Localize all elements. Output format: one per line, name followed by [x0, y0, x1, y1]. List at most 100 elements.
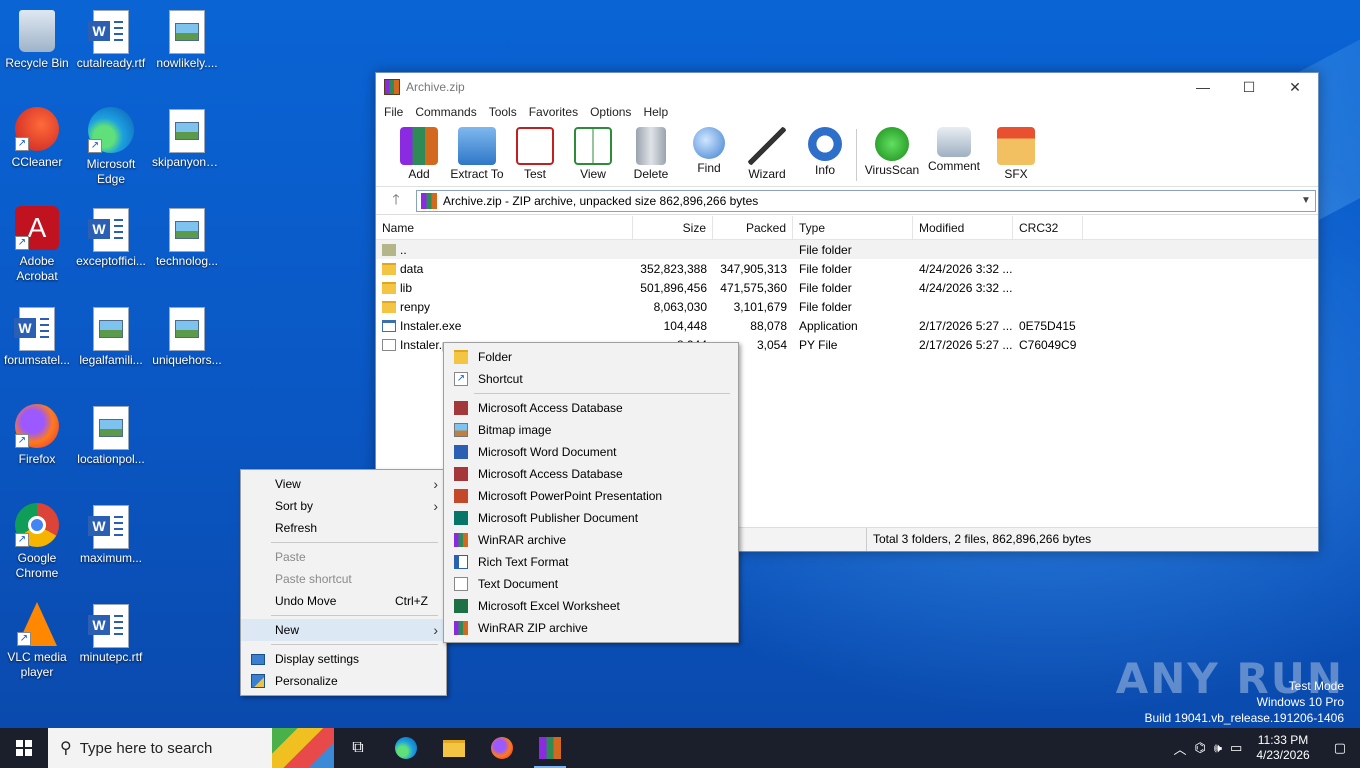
- archive-path-field[interactable]: Archive.zip - ZIP archive, unpacked size…: [416, 189, 1316, 212]
- toolbar-virusscan-button[interactable]: VirusScan: [863, 127, 921, 177]
- desktop-icon-minutepc[interactable]: W minutepc.rtf: [74, 602, 148, 665]
- desktop-icon-chrome[interactable]: ↗ Google Chrome: [0, 503, 74, 581]
- table-row[interactable]: renpy 8,063,030 3,101,679 File folder: [376, 297, 1318, 316]
- column-size[interactable]: Size: [633, 215, 713, 240]
- new-item-word-document[interactable]: Microsoft Word Document: [444, 441, 738, 463]
- desktop-icon-legalfamili[interactable]: legalfamili...: [74, 305, 148, 368]
- new-item-powerpoint[interactable]: Microsoft PowerPoint Presentation: [444, 485, 738, 507]
- toolbar-sfx-button[interactable]: SFX: [987, 127, 1045, 181]
- menu-item-new[interactable]: New ›: [241, 619, 446, 641]
- desktop-icon-recycle-bin[interactable]: Recycle Bin: [0, 8, 74, 71]
- desktop-icon-forumsatel[interactable]: W forumsatel...: [0, 305, 74, 368]
- volume-icon[interactable]: 🕪: [1210, 740, 1226, 756]
- new-item-rich-text[interactable]: Rich Text Format: [444, 551, 738, 573]
- menu-item-undo-move[interactable]: Undo Move Ctrl+Z: [241, 590, 446, 612]
- menu-item-label: Microsoft Access Database: [478, 467, 623, 481]
- menu-item-personalize[interactable]: Personalize: [241, 670, 446, 692]
- menu-separator: [474, 393, 730, 394]
- menu-options[interactable]: Options: [584, 105, 637, 119]
- desktop-icon-skipanyone[interactable]: skipanyone...: [150, 107, 224, 170]
- desktop-icon-cutalready[interactable]: W cutalready.rtf: [74, 8, 148, 71]
- column-packed[interactable]: Packed: [713, 215, 793, 240]
- desktop-icon-ccleaner[interactable]: ↗ CCleaner: [0, 107, 74, 170]
- chevron-down-icon[interactable]: ▼: [1297, 195, 1315, 206]
- title-bar[interactable]: Archive.zip — ☐ ✕: [376, 73, 1318, 101]
- taskbar-file-explorer[interactable]: [430, 728, 478, 768]
- minimize-button[interactable]: —: [1180, 73, 1226, 101]
- column-name[interactable]: Name: [376, 215, 633, 240]
- toolbar-test-button[interactable]: Test: [506, 127, 564, 181]
- toolbar-extract-button[interactable]: Extract To: [448, 127, 506, 181]
- desktop-icon-firefox[interactable]: ↗ Firefox: [0, 404, 74, 467]
- new-item-publisher[interactable]: Microsoft Publisher Document: [444, 507, 738, 529]
- display-icon[interactable]: ▭: [1226, 740, 1246, 756]
- desktop-icon-nowlikely[interactable]: nowlikely....: [150, 8, 224, 71]
- table-row[interactable]: lib 501,896,456 471,575,360 File folder …: [376, 278, 1318, 297]
- menu-item-label: Shortcut: [478, 372, 523, 386]
- new-item-excel[interactable]: Microsoft Excel Worksheet: [444, 595, 738, 617]
- chevron-up-icon[interactable]: ︿: [1169, 739, 1190, 758]
- desktop[interactable]: Recycle Bin ↗ CCleaner A ↗ Adobe Acrobat…: [0, 0, 1360, 728]
- desktop-icon-exceptoffici[interactable]: W exceptoffici...: [74, 206, 148, 269]
- menu-item-paste-shortcut[interactable]: Paste shortcut: [241, 568, 446, 590]
- up-arrow-icon[interactable]: 🡑: [376, 189, 416, 213]
- task-view-button[interactable]: ⧉: [334, 728, 382, 768]
- taskbar-firefox[interactable]: [478, 728, 526, 768]
- toolbar-info-button[interactable]: Info: [796, 127, 854, 177]
- desktop-icon-acrobat[interactable]: A ↗ Adobe Acrobat: [0, 206, 74, 284]
- new-item-access-database-2[interactable]: Microsoft Access Database: [444, 463, 738, 485]
- menu-item-display-settings[interactable]: Display settings: [241, 648, 446, 670]
- table-row[interactable]: Instaler.exe 104,448 88,078 Application …: [376, 316, 1318, 335]
- menu-tools[interactable]: Tools: [483, 105, 523, 119]
- toolbar-view-button[interactable]: View: [564, 127, 622, 181]
- new-item-winrar-archive[interactable]: WinRAR archive: [444, 529, 738, 551]
- menu-file[interactable]: File: [378, 105, 409, 119]
- search-box[interactable]: ⚲ Type here to search: [48, 728, 334, 768]
- desktop-icon-locationpol[interactable]: locationpol...: [74, 404, 148, 467]
- desktop-icon-edge[interactable]: ↗ Microsoft Edge: [74, 107, 148, 187]
- desktop-icon-technolog[interactable]: technolog...: [150, 206, 224, 269]
- close-button[interactable]: ✕: [1272, 73, 1318, 101]
- toolbar-add-label: Add: [408, 167, 430, 181]
- column-crc32[interactable]: CRC32: [1013, 215, 1083, 240]
- toolbar-add-button[interactable]: Add: [390, 127, 448, 181]
- new-item-folder[interactable]: Folder: [444, 346, 738, 368]
- menu-item-label: WinRAR archive: [478, 533, 567, 547]
- menu-item-refresh[interactable]: Refresh: [241, 517, 446, 539]
- toolbar-delete-button[interactable]: Delete: [622, 127, 680, 181]
- toolbar-wizard-button[interactable]: Wizard: [738, 127, 796, 181]
- desktop-icon-vlc[interactable]: ↗ VLC media player: [0, 602, 74, 680]
- column-type[interactable]: Type: [793, 215, 913, 240]
- row-type: File folder: [799, 299, 852, 314]
- taskbar-edge[interactable]: [382, 728, 430, 768]
- menu-commands[interactable]: Commands: [409, 105, 482, 119]
- start-button[interactable]: [0, 728, 48, 768]
- taskbar-winrar[interactable]: [526, 728, 574, 768]
- bitmap-icon: [454, 423, 468, 437]
- toolbar-find-button[interactable]: Find: [680, 127, 738, 175]
- new-item-access-database[interactable]: Microsoft Access Database: [444, 397, 738, 419]
- toolbar-separator: [856, 129, 857, 181]
- desktop-icon-maximum[interactable]: W maximum...: [74, 503, 148, 566]
- notification-icon[interactable]: ▢: [1320, 740, 1360, 756]
- maximize-button[interactable]: ☐: [1226, 73, 1272, 101]
- column-modified[interactable]: Modified: [913, 215, 1013, 240]
- menu-help[interactable]: Help: [637, 105, 674, 119]
- menu-item-view[interactable]: View ›: [241, 473, 446, 495]
- menu-favorites[interactable]: Favorites: [523, 105, 584, 119]
- toolbar-virusscan-label: VirusScan: [864, 163, 920, 177]
- new-item-bitmap-image[interactable]: Bitmap image: [444, 419, 738, 441]
- new-item-text-document[interactable]: Text Document: [444, 573, 738, 595]
- new-item-winrar-zip[interactable]: WinRAR ZIP archive: [444, 617, 738, 639]
- menu-item-sort-by[interactable]: Sort by ›: [241, 495, 446, 517]
- desktop-icon-uniquehors[interactable]: uniquehors...: [150, 305, 224, 368]
- menu-item-paste[interactable]: Paste: [241, 546, 446, 568]
- magnifier-icon: [693, 127, 725, 159]
- taskbar: ⚲ Type here to search ⧉ ︿ ⌬ 🕪 ▭ 11:33 PM…: [0, 728, 1360, 768]
- clock[interactable]: 11:33 PM 4/23/2026: [1246, 733, 1319, 763]
- new-item-shortcut[interactable]: ↗ Shortcut: [444, 368, 738, 390]
- toolbar-comment-button[interactable]: Comment: [921, 127, 987, 173]
- table-row[interactable]: data 352,823,388 347,905,313 File folder…: [376, 259, 1318, 278]
- network-icon[interactable]: ⌬: [1190, 740, 1209, 756]
- table-row[interactable]: .. File folder: [376, 240, 1318, 259]
